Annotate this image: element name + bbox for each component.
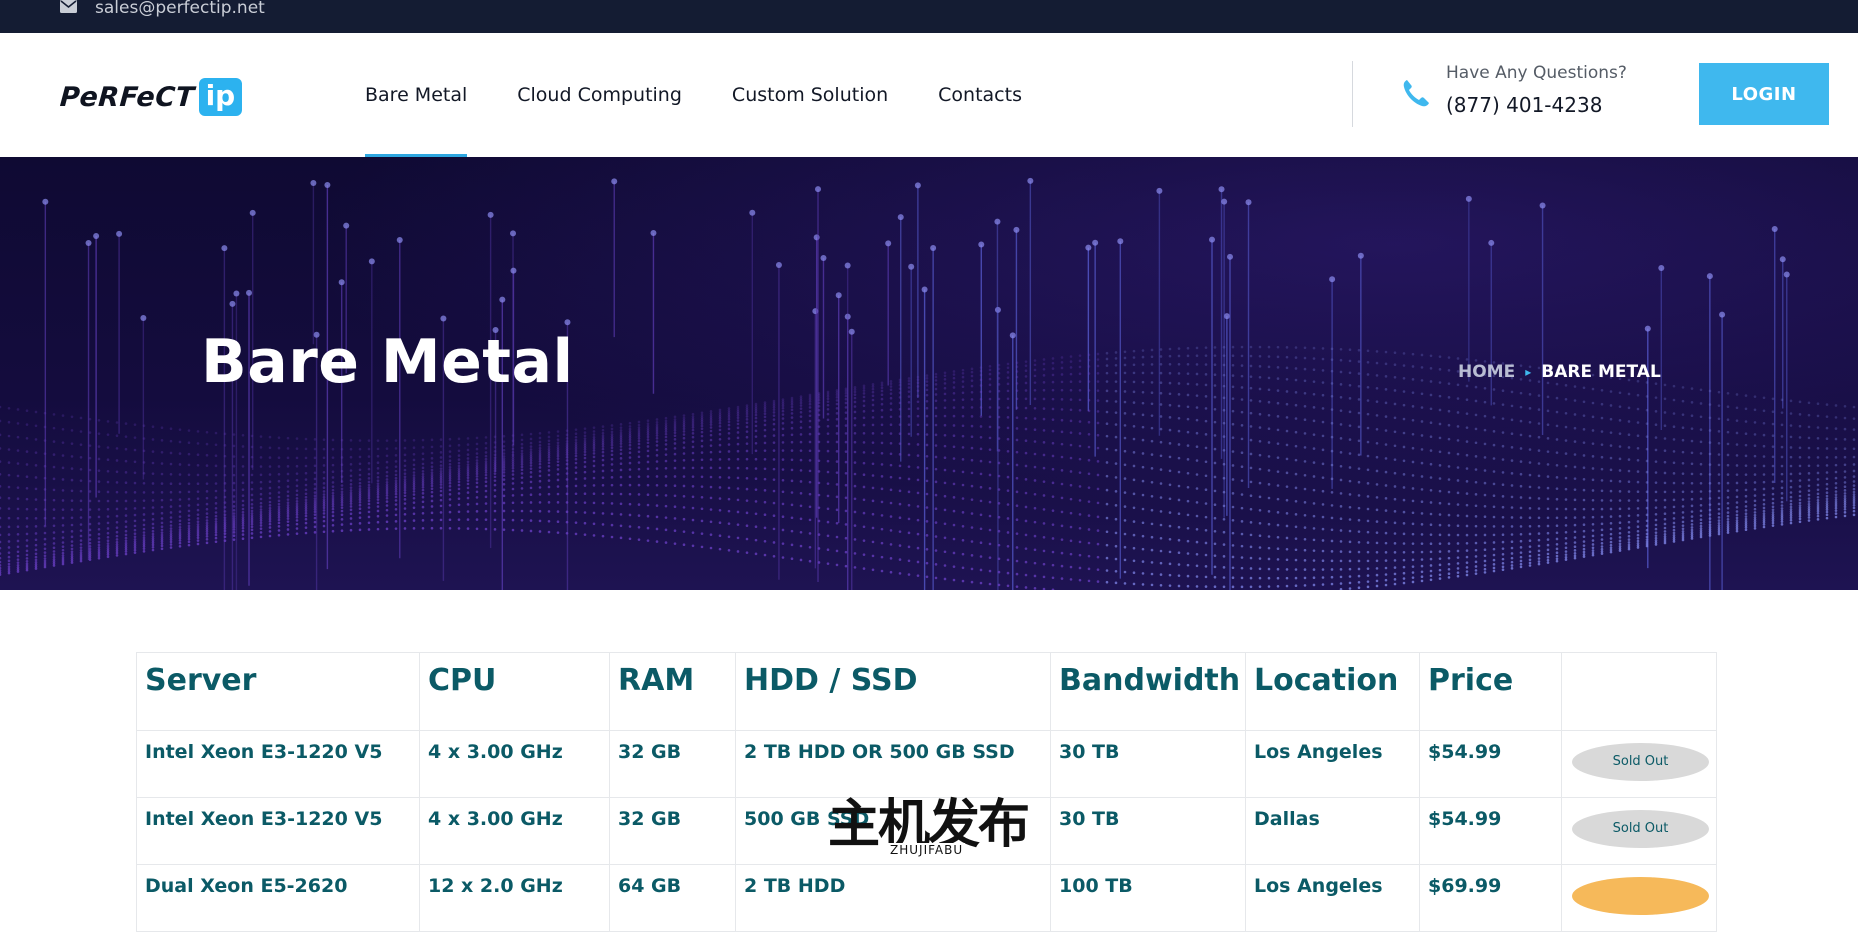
breadcrumb-separator-icon: ▸	[1525, 365, 1532, 379]
site-header: PeRFeCT ip Bare Metal Cloud Computing Cu…	[0, 33, 1858, 157]
nav-item-custom-solution[interactable]: Custom Solution	[732, 33, 888, 157]
page-hero: Bare Metal HOME ▸ BARE METAL	[0, 157, 1858, 590]
cell-price: $54.99	[1419, 730, 1562, 798]
phone-icon	[1403, 80, 1429, 107]
pricing-table: Server CPU RAM HDD / SSD Bandwidth Locat…	[136, 652, 1717, 932]
logo-wordmark: PeRFeCT	[58, 81, 196, 113]
nav-item-contacts[interactable]: Contacts	[938, 33, 1022, 157]
column-header-location: Location	[1245, 652, 1420, 731]
cell-server: Dual Xeon E5-2620	[136, 864, 420, 932]
column-header-price: Price	[1419, 652, 1562, 731]
main-nav: Bare Metal Cloud Computing Custom Soluti…	[365, 33, 1072, 157]
table-row: Intel Xeon E3-1220 V5 4 x 3.00 GHz 32 GB…	[136, 730, 1717, 798]
nav-item-cloud-computing[interactable]: Cloud Computing	[517, 33, 682, 157]
cell-action	[1561, 864, 1717, 932]
column-header-disk: HDD / SSD	[735, 652, 1051, 731]
envelope-icon	[60, 0, 77, 13]
cell-disk: 2 TB HDD	[735, 864, 1051, 932]
top-bar: sales@perfectip.net	[0, 0, 1858, 33]
sold-out-button[interactable]: Sold Out	[1572, 810, 1709, 848]
cell-price: $69.99	[1419, 864, 1562, 932]
header-divider	[1352, 61, 1353, 127]
nav-item-bare-metal[interactable]: Bare Metal	[365, 33, 468, 157]
login-button[interactable]: LOGIN	[1699, 63, 1829, 125]
column-header-cpu: CPU	[419, 652, 610, 731]
site-logo[interactable]: PeRFeCT ip	[58, 78, 243, 116]
pricing-table-wrapper: Server CPU RAM HDD / SSD Bandwidth Locat…	[136, 652, 1717, 932]
breadcrumb: HOME ▸ BARE METAL	[1458, 362, 1661, 382]
cell-bandwidth: 30 TB	[1050, 730, 1246, 798]
cell-action: Sold Out	[1561, 730, 1717, 798]
cell-bandwidth: 100 TB	[1050, 864, 1246, 932]
logo-badge: ip	[198, 78, 243, 116]
cell-cpu: 12 x 2.0 GHz	[419, 864, 610, 932]
cell-server: Intel Xeon E3-1220 V5	[136, 730, 420, 798]
table-header-row: Server CPU RAM HDD / SSD Bandwidth Locat…	[136, 652, 1717, 731]
column-header-bandwidth: Bandwidth	[1050, 652, 1246, 731]
column-header-server: Server	[136, 652, 420, 731]
contact-email[interactable]: sales@perfectip.net	[95, 0, 265, 18]
watermark-sub: ZHUJIFABU	[888, 843, 966, 857]
watermark: 主机发布 ZHUJIFABU	[828, 795, 1030, 857]
breadcrumb-home[interactable]: HOME	[1458, 362, 1515, 382]
cell-bandwidth: 30 TB	[1050, 797, 1246, 865]
cell-ram: 64 GB	[609, 864, 736, 932]
questions-label: Have Any Questions?	[1446, 63, 1627, 83]
breadcrumb-current: BARE METAL	[1541, 362, 1661, 382]
order-button[interactable]	[1572, 877, 1709, 915]
cell-ram: 32 GB	[609, 797, 736, 865]
cell-cpu: 4 x 3.00 GHz	[419, 797, 610, 865]
page-title: Bare Metal	[201, 327, 574, 397]
table-row: Dual Xeon E5-2620 12 x 2.0 GHz 64 GB 2 T…	[136, 864, 1717, 932]
sold-out-button[interactable]: Sold Out	[1572, 743, 1709, 781]
cell-server: Intel Xeon E3-1220 V5	[136, 797, 420, 865]
phone-number[interactable]: (877) 401-4238	[1446, 93, 1602, 117]
cell-location: Dallas	[1245, 797, 1420, 865]
cell-disk: 2 TB HDD OR 500 GB SSD	[735, 730, 1051, 798]
cell-location: Los Angeles	[1245, 730, 1420, 798]
cell-location: Los Angeles	[1245, 864, 1420, 932]
cell-price: $54.99	[1419, 797, 1562, 865]
column-header-ram: RAM	[609, 652, 736, 731]
cell-action: Sold Out	[1561, 797, 1717, 865]
cell-ram: 32 GB	[609, 730, 736, 798]
column-header-action	[1561, 652, 1717, 731]
cell-cpu: 4 x 3.00 GHz	[419, 730, 610, 798]
